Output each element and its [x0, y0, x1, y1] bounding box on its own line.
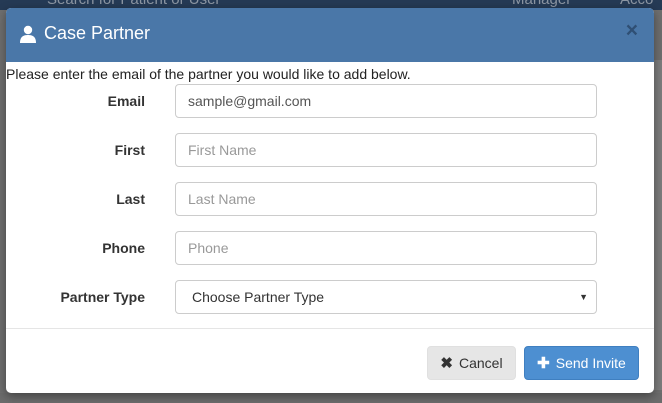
modal-title: Case Partner: [19, 23, 150, 44]
first-name-label: First: [114, 142, 145, 158]
background-search-text: Search for Patient or User: [47, 0, 220, 8]
plus-icon: ✚: [537, 355, 550, 372]
partner-type-selected: Choose Partner Type: [192, 289, 325, 305]
partner-type-row: Partner Type Choose Partner Type ▼: [6, 280, 654, 314]
email-row: Email: [6, 84, 654, 118]
last-name-field[interactable]: [175, 182, 597, 216]
background-bottom-strip: [0, 393, 662, 403]
modal-header: Case Partner ×: [6, 8, 654, 62]
phone-row: Phone: [6, 231, 654, 265]
cancel-button-label: Cancel: [458, 355, 503, 371]
first-name-row: First: [6, 133, 654, 167]
background-account-text: Acco: [620, 0, 653, 8]
first-name-field[interactable]: [175, 133, 597, 167]
email-field[interactable]: [175, 84, 597, 118]
cancel-button[interactable]: ✖ Cancel: [427, 346, 516, 380]
last-name-label: Last: [116, 191, 145, 207]
caret-down-icon: ▼: [579, 292, 588, 302]
partner-type-select[interactable]: Choose Partner Type ▼: [175, 280, 597, 314]
background-manager-text: Manager: [512, 0, 571, 8]
phone-label: Phone: [102, 240, 145, 256]
send-invite-button[interactable]: ✚ Send Invite: [524, 346, 639, 380]
case-partner-modal: Case Partner × Please enter the email of…: [6, 8, 654, 393]
modal-footer: ✖ Cancel ✚ Send Invite: [6, 328, 654, 393]
user-icon: [19, 25, 37, 43]
phone-field[interactable]: [175, 231, 597, 265]
partner-type-label: Partner Type: [60, 289, 145, 305]
last-name-row: Last: [6, 182, 654, 216]
x-icon: ✖: [440, 355, 453, 372]
modal-title-text: Case Partner: [44, 23, 151, 43]
email-label: Email: [107, 93, 145, 109]
close-icon[interactable]: ×: [626, 20, 638, 41]
intro-text: Please enter the email of the partner yo…: [6, 66, 411, 82]
send-invite-button-label: Send Invite: [555, 355, 626, 371]
